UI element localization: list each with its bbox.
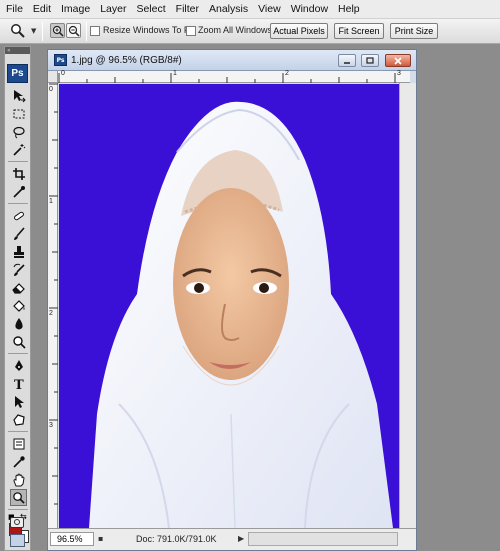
options-separator <box>86 22 87 41</box>
menu-help[interactable]: Help <box>338 3 360 15</box>
svg-text:T: T <box>14 378 24 391</box>
dodge-tool-icon[interactable] <box>10 333 27 350</box>
menu-analysis[interactable]: Analysis <box>209 3 248 15</box>
toolbox-divider <box>8 161 28 162</box>
type-tool-icon[interactable]: T <box>10 375 27 392</box>
menu-filter[interactable]: Filter <box>176 3 199 15</box>
maximize-button[interactable] <box>361 54 379 67</box>
zoom-tool-icon[interactable] <box>10 489 27 506</box>
notes-tool-icon[interactable] <box>10 435 27 452</box>
menu-layer[interactable]: Layer <box>100 3 126 15</box>
zoom-all-windows-checkbox[interactable] <box>186 26 196 36</box>
toolbox: « Ps T ⇆ <box>4 46 31 551</box>
options-bar: ▼ Resize Windows To Fit Zoom All Windows… <box>0 19 500 44</box>
menu-select[interactable]: Select <box>136 3 165 15</box>
minimize-button[interactable] <box>338 54 356 67</box>
history-brush-tool-icon[interactable] <box>10 261 27 278</box>
close-button[interactable] <box>385 54 411 67</box>
ruler-origin[interactable] <box>48 71 58 83</box>
zoom-in-button[interactable] <box>50 23 65 38</box>
move-tool-icon[interactable] <box>10 87 27 104</box>
vertical-ruler-ticks <box>49 83 58 505</box>
status-separator-icon: ▪ <box>98 534 104 543</box>
ruler-label: 3 <box>397 70 401 77</box>
screen-mode-icon[interactable] <box>10 534 25 547</box>
portrait-photo <box>89 101 393 528</box>
ruler-label: 1 <box>49 198 53 205</box>
vertical-scrollbar[interactable] <box>399 83 416 528</box>
ruler-label: 1 <box>173 70 177 77</box>
menu-bar: File Edit Image Layer Select Filter Anal… <box>0 0 500 19</box>
ruler-label: 2 <box>49 310 53 317</box>
document-window: Ps 1.jpg @ 96.5% (RGB/8#) 0 1 2 3 0 1 2 … <box>47 49 417 551</box>
toolbox-grip[interactable]: « <box>5 47 30 54</box>
menu-window[interactable]: Window <box>291 3 328 15</box>
zoom-tool-icon[interactable] <box>10 23 26 39</box>
actual-pixels-button[interactable]: Actual Pixels <box>270 23 328 39</box>
ruler-label: 0 <box>61 70 65 77</box>
options-separator <box>42 22 43 41</box>
menu-image[interactable]: Image <box>61 3 90 15</box>
ruler-label: 3 <box>49 422 53 429</box>
eraser-tool-icon[interactable] <box>10 279 27 296</box>
menu-view[interactable]: View <box>258 3 281 15</box>
ruler-label: 2 <box>285 70 289 77</box>
resize-windows-checkbox[interactable] <box>90 26 100 36</box>
hand-tool-icon[interactable] <box>10 471 27 488</box>
toolbox-divider <box>8 353 28 354</box>
brush-tool-icon[interactable] <box>10 225 27 242</box>
lasso-tool-icon[interactable] <box>10 123 27 140</box>
blur-tool-icon[interactable] <box>10 315 27 332</box>
zoom-out-button[interactable] <box>66 23 81 38</box>
status-menu-arrow-icon[interactable]: ▶ <box>238 534 244 543</box>
fit-screen-button[interactable]: Fit Screen <box>334 23 384 39</box>
healing-brush-tool-icon[interactable] <box>10 207 27 224</box>
toolbox-divider <box>8 509 28 510</box>
ps-document-icon: Ps <box>54 54 67 66</box>
pen-tool-icon[interactable] <box>10 357 27 374</box>
ruler-label: 0 <box>49 86 53 93</box>
horizontal-scrollbar[interactable] <box>248 532 398 546</box>
document-size-info: Doc: 791.0K/791.0K <box>136 534 217 544</box>
workspace-background <box>417 46 500 551</box>
path-selection-tool-icon[interactable] <box>10 393 27 410</box>
quick-mask-icon[interactable] <box>10 517 24 528</box>
resize-windows-label: Resize Windows To Fit <box>103 25 194 35</box>
zoom-all-windows-label: Zoom All Windows <box>198 25 273 35</box>
document-title: 1.jpg @ 96.5% (RGB/8#) <box>71 55 182 66</box>
image-canvas[interactable] <box>59 84 399 528</box>
eyedropper-tool-icon[interactable] <box>10 453 27 470</box>
eyedropper-slice-tool-icon[interactable] <box>10 183 27 200</box>
horizontal-ruler[interactable]: 0 1 2 3 <box>58 70 410 83</box>
toolbox-divider <box>8 431 28 432</box>
menu-file[interactable]: File <box>6 3 23 15</box>
clone-stamp-tool-icon[interactable] <box>10 243 27 260</box>
menu-edit[interactable]: Edit <box>33 3 51 15</box>
print-size-button[interactable]: Print Size <box>390 23 438 39</box>
custom-shape-tool-icon[interactable] <box>10 411 27 428</box>
status-bar: 96.5% ▪ Doc: 791.0K/791.0K ▶ <box>48 528 416 550</box>
toolbox-divider <box>8 203 28 204</box>
magic-wand-tool-icon[interactable] <box>10 141 27 158</box>
tool-preset-dropdown-icon[interactable]: ▼ <box>31 27 36 35</box>
horizontal-ruler-ticks <box>58 73 396 83</box>
marquee-tool-icon[interactable] <box>10 105 27 122</box>
paint-bucket-tool-icon[interactable] <box>10 297 27 314</box>
document-titlebar[interactable]: Ps 1.jpg @ 96.5% (RGB/8#) <box>48 50 416 71</box>
vertical-ruler[interactable]: 0 1 2 3 <box>48 83 58 528</box>
crop-tool-icon[interactable] <box>10 165 27 182</box>
photoshop-logo: Ps <box>7 64 28 83</box>
zoom-level-field[interactable]: 96.5% <box>50 532 94 546</box>
